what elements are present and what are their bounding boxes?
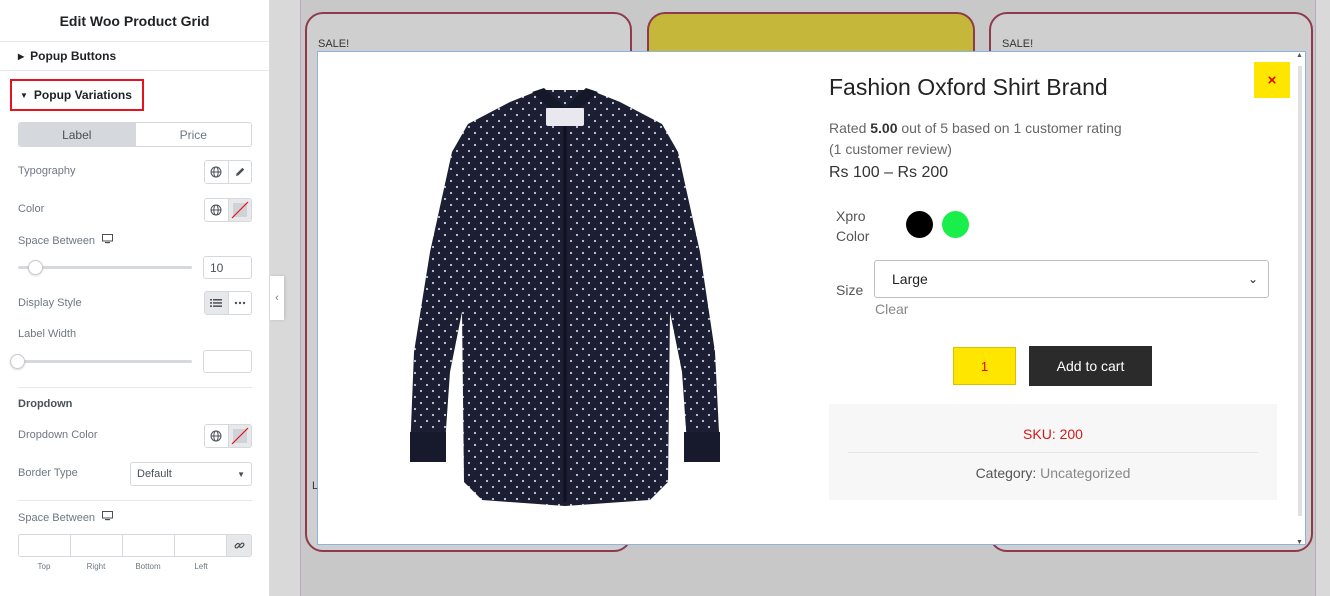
slider-handle[interactable] <box>28 260 43 275</box>
space-between-2-text: Space Between <box>18 511 96 524</box>
product-card[interactable] <box>647 12 975 52</box>
color-picker-empty-icon[interactable] <box>227 199 251 221</box>
tab-price[interactable]: Price <box>134 123 251 146</box>
rating-prefix: Rated <box>829 120 871 136</box>
size-select-value: Large <box>892 271 928 287</box>
label-width-input[interactable] <box>203 350 252 373</box>
scroll-up-icon[interactable]: ▲ <box>1296 52 1303 59</box>
desktop-icon <box>102 234 114 247</box>
color-swatch-green[interactable] <box>942 211 969 238</box>
typography-label: Typography <box>18 165 76 177</box>
slider-handle[interactable] <box>10 354 25 369</box>
caret-right-icon: ▶ <box>18 51 25 61</box>
category-label: Category: <box>975 465 1041 481</box>
tab-label[interactable]: Label <box>19 123 135 146</box>
dim-left-label: Left <box>194 562 208 571</box>
panel-title: Edit Woo Product Grid <box>0 0 269 42</box>
typography-controls <box>204 160 252 184</box>
section-divider <box>0 70 269 71</box>
dropdown-heading: Dropdown <box>18 398 73 410</box>
divider <box>18 500 252 501</box>
dropdown-color-controls <box>204 424 252 448</box>
rating-text: Rated 5.00 out of 5 based on 1 customer … <box>829 118 1122 160</box>
color-variation-label-line1: Xpro <box>836 208 866 224</box>
size-select[interactable]: Large ⌄ <box>874 260 1269 298</box>
editor-panel: Edit Woo Product Grid ▶ Popup Buttons ▼ … <box>0 0 270 596</box>
dim-right-input[interactable] <box>70 535 122 556</box>
dim-right-label: Right <box>86 562 106 571</box>
link-icon[interactable] <box>226 535 251 556</box>
display-style-controls <box>204 291 252 315</box>
label-price-tabs: Label Price <box>18 122 252 147</box>
dim-left-input[interactable] <box>174 535 226 556</box>
meta-divider <box>848 452 1258 453</box>
chevron-down-icon: ⌄ <box>1247 272 1258 286</box>
dimensions-control <box>18 534 252 557</box>
section-popup-buttons[interactable]: ▶ Popup Buttons <box>18 42 269 70</box>
space-between-input[interactable]: 10 <box>203 256 252 279</box>
scroll-down-icon[interactable]: ▼ <box>1296 539 1303 546</box>
global-icon[interactable] <box>205 425 228 447</box>
space-between-label: Space Between <box>18 234 114 247</box>
rating-value: 5.00 <box>870 120 898 136</box>
product-title: Fashion Oxford Shirt Brand <box>829 74 1108 100</box>
collapse-panel-button[interactable]: ‹ <box>270 276 284 320</box>
global-icon[interactable] <box>205 161 228 183</box>
review-count-link[interactable]: (1 customer review) <box>829 141 952 157</box>
dim-top-label: Top <box>37 562 51 571</box>
space-between-slider[interactable] <box>18 260 192 275</box>
add-to-cart-button[interactable]: Add to cart <box>1029 346 1152 386</box>
display-style-label: Display Style <box>18 297 82 309</box>
section-popup-variations-label: Popup Variations <box>33 88 132 102</box>
sale-badge: SALE! <box>1002 38 1034 50</box>
desktop-icon <box>102 511 114 524</box>
border-type-value: Default <box>137 468 172 480</box>
scroll-track[interactable] <box>1298 66 1302 516</box>
dim-bottom-label: Bottom <box>135 562 161 571</box>
color-label: Color <box>18 203 45 215</box>
color-variation-label-line2: Color <box>836 228 870 244</box>
section-popup-variations[interactable]: ▼ Popup Variations <box>10 79 144 111</box>
label-width-slider[interactable] <box>10 354 192 369</box>
category-text: Category: Uncategorized <box>829 465 1277 481</box>
color-controls <box>204 198 252 222</box>
dim-top-input[interactable] <box>19 535 70 556</box>
modal-scrollbar[interactable]: ▲ ▼ <box>1295 52 1305 546</box>
caret-down-icon: ▼ <box>20 90 28 100</box>
label-width-label: Label Width <box>18 328 77 340</box>
space-between-text: Space Between <box>18 234 96 247</box>
border-type-label: Border Type <box>18 467 78 479</box>
product-image <box>410 88 720 506</box>
ellipsis-icon[interactable] <box>227 292 251 314</box>
color-swatch-black[interactable] <box>906 211 933 238</box>
close-button[interactable]: × <box>1254 62 1290 98</box>
list-icon[interactable] <box>205 292 228 314</box>
space-between-2-label: Space Between <box>18 511 114 524</box>
global-icon[interactable] <box>205 199 228 221</box>
dropdown-color-label: Dropdown Color <box>18 429 98 441</box>
chevron-left-icon: ‹ <box>275 292 279 304</box>
sale-badge: SALE! <box>318 38 350 50</box>
rating-suffix: out of 5 based on 1 customer rating <box>897 120 1122 136</box>
size-variation-label: Size <box>836 282 864 298</box>
clear-variation-link[interactable]: Clear <box>875 301 908 317</box>
pencil-icon[interactable] <box>227 161 251 183</box>
sku-text: SKU: 200 <box>1023 426 1083 442</box>
section-popup-buttons-label: Popup Buttons <box>30 49 117 63</box>
category-link[interactable]: Uncategorized <box>1040 465 1130 481</box>
quantity-input[interactable]: 1 <box>953 347 1016 385</box>
color-variation-label: Xpro Color <box>836 206 869 246</box>
border-type-select[interactable]: Default ▼ <box>130 462 252 486</box>
color-picker-empty-icon[interactable] <box>227 425 251 447</box>
product-meta: SKU: 200 Category: Uncategorized <box>829 404 1277 500</box>
divider <box>18 387 252 388</box>
caret-down-icon: ▼ <box>237 469 245 479</box>
price-range: Rs 100 – Rs 200 <box>829 164 949 181</box>
dim-bottom-input[interactable] <box>122 535 174 556</box>
